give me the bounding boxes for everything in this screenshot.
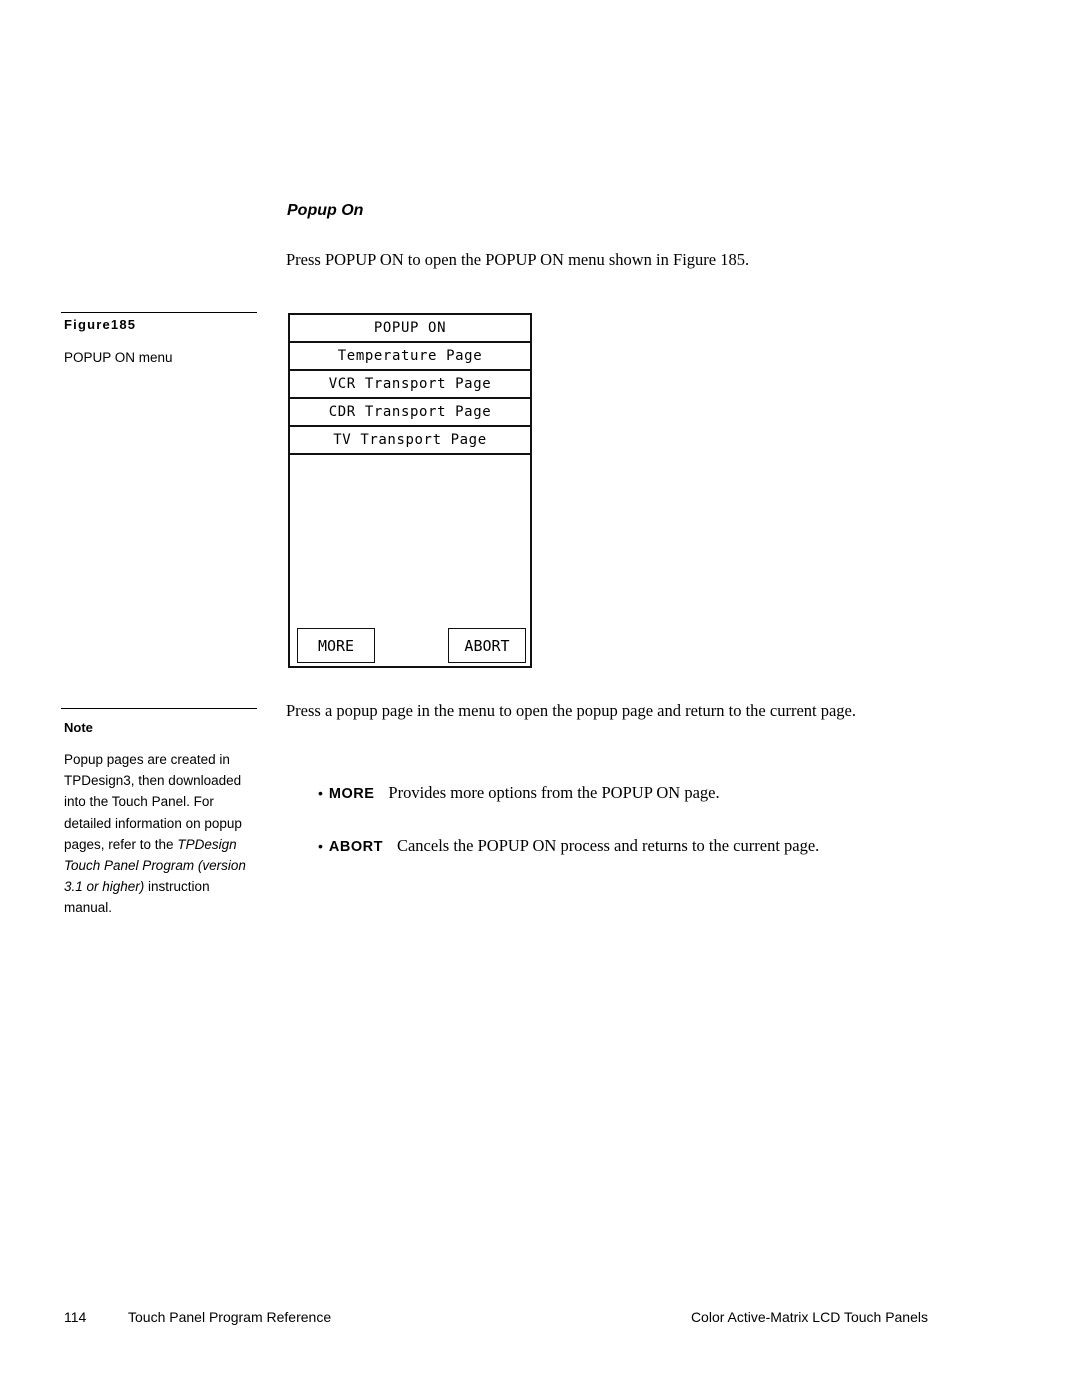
note-divider <box>61 708 257 709</box>
bullet-abort: • ABORT Cancels the POPUP ON process and… <box>318 833 819 860</box>
bullet-icon: • <box>318 785 323 801</box>
menu-item-vcr-transport-page[interactable]: VCR Transport Page <box>290 371 530 399</box>
menu-item-tv-transport-page[interactable]: TV Transport Page <box>290 427 530 455</box>
popup-menu-title: POPUP ON <box>290 315 530 343</box>
figure-caption: POPUP ON menu <box>64 350 173 365</box>
bullet-term: ABORT <box>328 839 383 855</box>
menu-item-cdr-transport-page[interactable]: CDR Transport Page <box>290 399 530 427</box>
figure-label: Figure185 <box>64 317 137 332</box>
figure-divider <box>61 312 257 313</box>
bullet-text: Cancels the POPUP ON process and returns… <box>396 836 820 855</box>
footer-left-title: Touch Panel Program Reference <box>128 1309 332 1325</box>
section-title: Popup On <box>287 202 364 219</box>
more-button[interactable]: MORE <box>297 628 375 663</box>
note-text: Popup pages are created in TPDesign3, th… <box>64 749 259 919</box>
abort-button[interactable]: ABORT <box>448 628 526 663</box>
bullet-icon: • <box>318 838 323 854</box>
popup-on-menu: POPUP ON Temperature Page VCR Transport … <box>288 313 532 668</box>
page-number: 114 <box>64 1309 87 1325</box>
bullet-term: MORE <box>328 786 375 802</box>
menu-item-temperature-page[interactable]: Temperature Page <box>290 343 530 371</box>
body-paragraph: Press a popup page in the menu to open t… <box>286 701 856 720</box>
footer-right-title: Color Active-Matrix LCD Touch Panels <box>690 1309 928 1325</box>
bullet-more: • MORE Provides more options from the PO… <box>318 780 720 807</box>
note-heading: Note <box>64 720 93 735</box>
intro-paragraph: Press POPUP ON to open the POPUP ON menu… <box>286 250 750 269</box>
bullet-text: Provides more options from the POPUP ON … <box>388 783 720 802</box>
